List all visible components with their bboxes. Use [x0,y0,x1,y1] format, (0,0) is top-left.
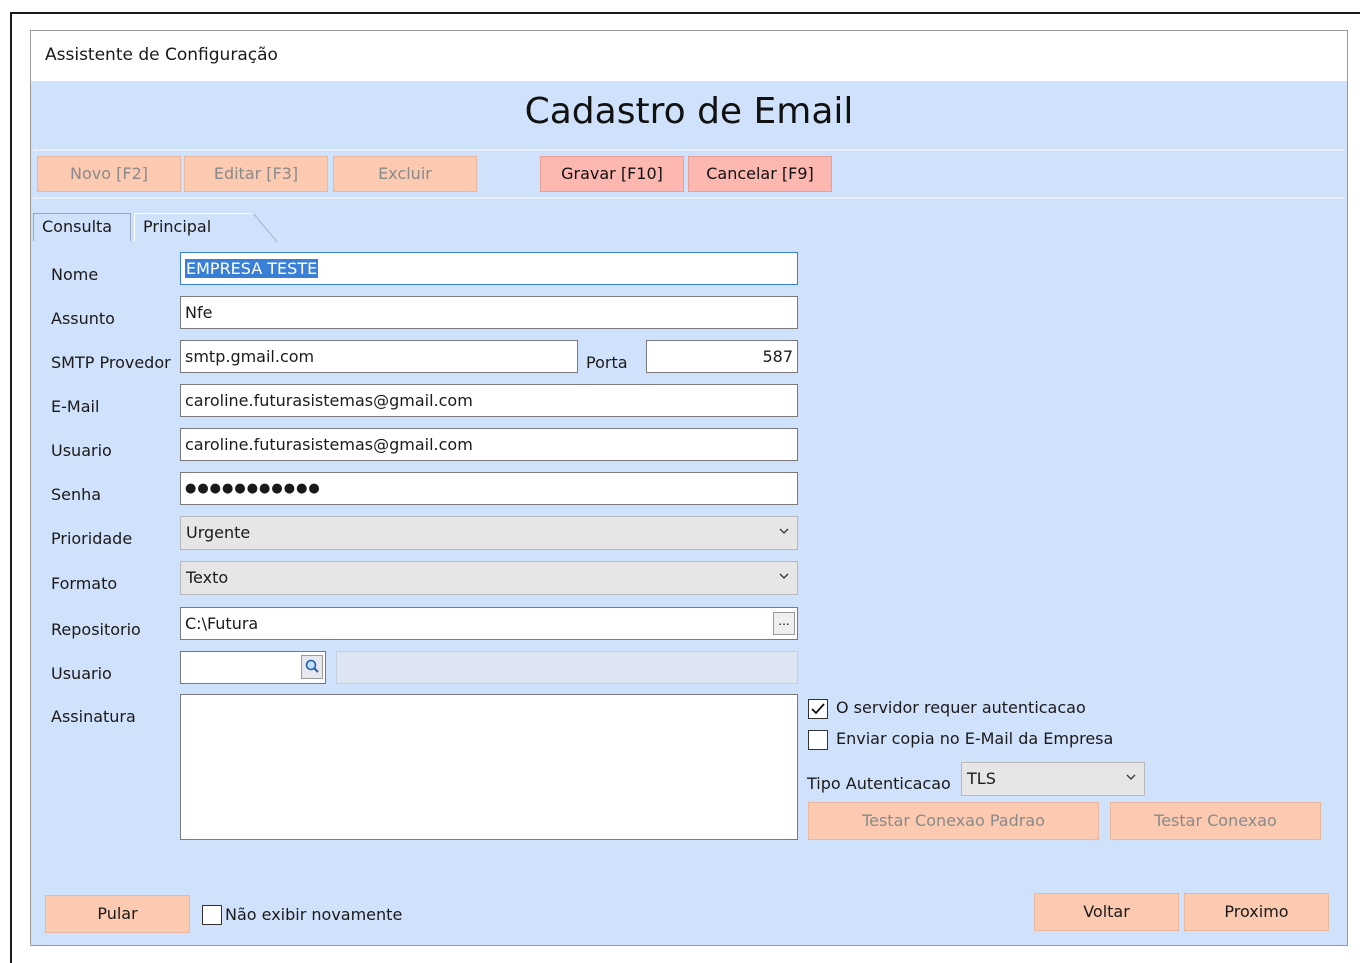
excluir-button[interactable]: Excluir [333,156,477,192]
nome-field[interactable]: EMPRESA TESTE [180,252,798,285]
formato-label: Formato [51,574,118,593]
prioridade-label: Prioridade [51,529,133,548]
porta-label: Porta [586,353,628,372]
window-title: Assistente de Configuração [45,45,278,65]
copia-checkbox[interactable] [808,730,828,750]
senha-label: Senha [51,485,102,504]
copia-label: Enviar copia no E-Mail da Empresa [836,729,1114,748]
search-lookup-button[interactable] [301,655,323,679]
formato-select[interactable]: Texto [180,561,798,595]
email-label: E-Mail [51,397,100,416]
toolbar: Novo [F2] Editar [F3] Excluir Gravar [F1… [33,149,1345,199]
cancelar-button[interactable]: Cancelar [F9] [688,156,832,192]
smtp-field[interactable]: smtp.gmail.com [180,340,578,373]
prioridade-select[interactable]: Urgente [180,516,798,550]
formato-value: Texto [186,568,229,587]
chevron-down-icon [779,573,789,579]
repositorio-value: C:\Futura [185,614,259,633]
autenticacao-checkbox[interactable] [808,699,828,719]
autenticacao-label: O servidor requer autenticacao [836,698,1086,717]
nao-exibir-label: Não exibir novamente [225,905,403,924]
editar-button[interactable]: Editar [F3] [184,156,328,192]
nao-exibir-checkbox[interactable] [202,905,222,925]
tab-principal[interactable]: Principal [134,213,252,241]
assinatura-label: Assinatura [51,707,136,726]
novo-button[interactable]: Novo [F2] [37,156,181,192]
usuario-name-display [336,651,798,684]
testar-conexao-padrao-button[interactable]: Testar Conexao Padrao [808,802,1099,840]
tab-consulta[interactable]: Consulta [33,213,131,241]
browse-button[interactable]: ... [773,612,795,635]
page-heading: Cadastro de Email [524,91,854,132]
pular-button[interactable]: Pular [45,895,190,933]
usuario-lookup-field[interactable] [180,651,326,684]
assunto-label: Assunto [51,309,115,328]
nome-value: EMPRESA TESTE [185,259,319,278]
smtp-label: SMTP Provedor [51,353,171,372]
prioridade-value: Urgente [186,523,251,542]
nome-label: Nome [51,265,99,284]
config-wizard-window: Assistente de Configuração Cadastro de E… [30,30,1348,946]
tipo-autenticacao-select[interactable]: TLS [961,762,1145,796]
usuario-label: Usuario [51,441,112,460]
repositorio-label: Repositorio [51,620,141,639]
search-icon [305,659,319,673]
usuario-field[interactable]: caroline.futurasistemas@gmail.com [180,428,798,461]
tab-strip: Consulta Principal [33,211,1345,243]
gravar-button[interactable]: Gravar [F10] [540,156,684,192]
repositorio-field[interactable]: C:\Futura ... [180,607,798,640]
usuario-lookup-label: Usuario [51,664,112,683]
senha-field[interactable]: ●●●●●●●●●●● [180,472,798,505]
tipo-autenticacao-label: Tipo Autenticacao [807,774,951,793]
proximo-button[interactable]: Proximo [1184,893,1329,931]
porta-field[interactable]: 587 [646,340,798,373]
title-bar: Assistente de Configuração [31,31,1347,81]
tipo-autenticacao-value: TLS [967,769,996,788]
chevron-down-icon [1126,774,1136,780]
testar-conexao-button[interactable]: Testar Conexao [1110,802,1321,840]
check-icon [811,703,825,715]
voltar-button[interactable]: Voltar [1034,893,1179,931]
assunto-field[interactable]: Nfe [180,296,798,329]
chevron-down-icon [779,528,789,534]
assinatura-textarea[interactable] [180,694,798,840]
email-field[interactable]: caroline.futurasistemas@gmail.com [180,384,798,417]
